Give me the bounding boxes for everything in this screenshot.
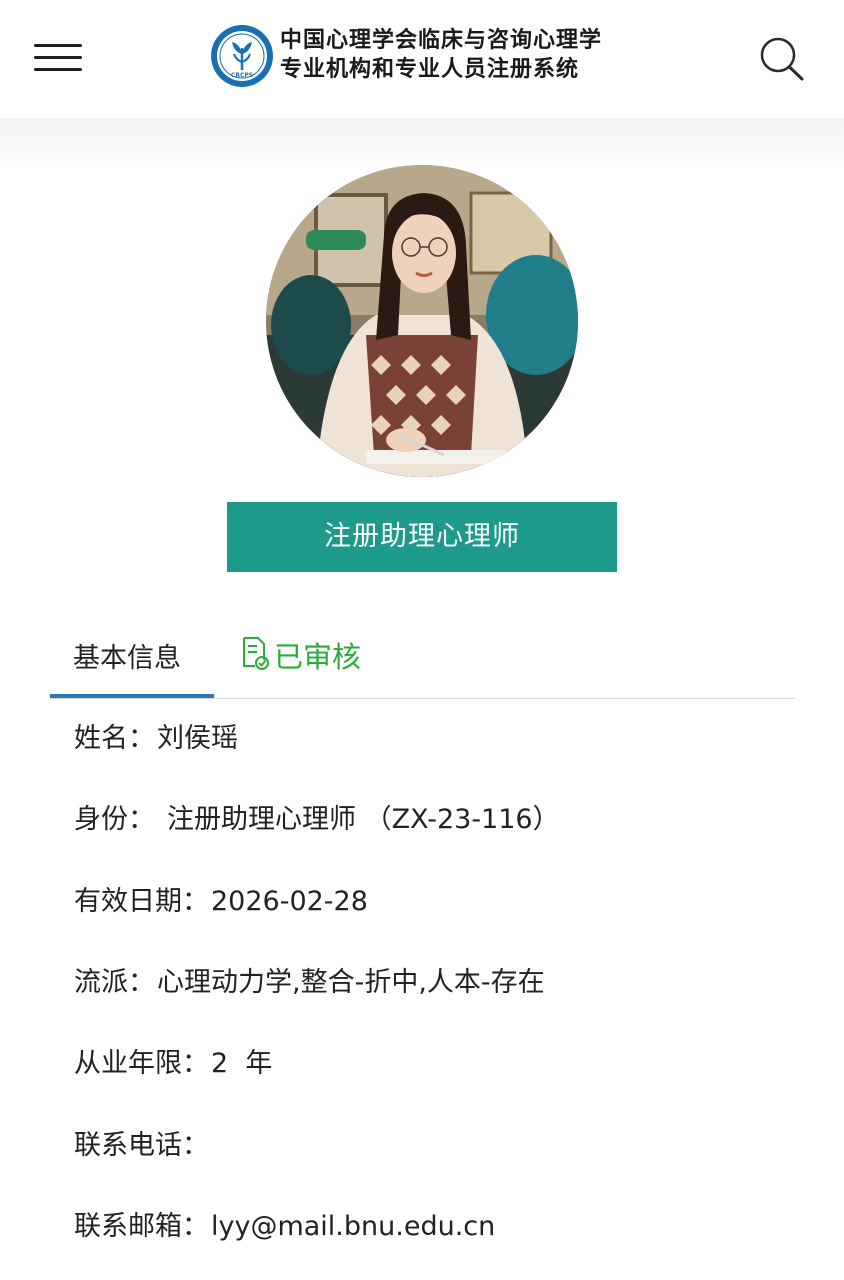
years-label: 从业年限： (74, 1048, 209, 1079)
search-icon (760, 37, 804, 81)
email-value[interactable]: lyy@mail.bnu.edu.cn (211, 1211, 495, 1242)
name-label: 姓名： (74, 723, 155, 754)
active-tab-indicator (50, 694, 214, 698)
verified-document-icon (243, 637, 269, 670)
email-label: 联系邮箱： (74, 1211, 209, 1242)
menu-button[interactable] (30, 36, 86, 76)
info-row-phone: 联系电话： (74, 1126, 211, 1166)
tab-basic-info[interactable]: 基本信息 (50, 620, 214, 698)
crcps-logo: CRCPS (211, 25, 273, 87)
header-shadow (0, 118, 844, 168)
years-value: 2 年 (211, 1048, 273, 1079)
top-header: CRCPS 中国心理学会临床与咨询心理学 专业机构和专业人员注册系统 (0, 0, 844, 118)
valid-date-value: 2026-02-28 (211, 886, 368, 917)
site-title-line2: 专业机构和专业人员注册系统 (280, 56, 580, 82)
school-label: 流派： (74, 967, 155, 998)
info-row-valid-date: 有效日期：2026-02-28 (74, 882, 368, 922)
school-value: 心理动力学,整合-折中,人本-存在 (157, 967, 545, 998)
title-badge: 注册助理心理师 (227, 502, 617, 572)
identity-label: 身份： (74, 804, 155, 835)
site-brand[interactable]: CRCPS 中国心理学会临床与咨询心理学 专业机构和专业人员注册系统 (210, 22, 630, 90)
info-row-name: 姓名：刘侯瑶 (74, 719, 238, 759)
phone-label: 联系电话： (74, 1130, 209, 1161)
logo-text: CRCPS (231, 72, 253, 79)
identity-value: 注册助理心理师 （ZX-23-116） (167, 804, 560, 835)
tab-basic-info-label: 基本信息 (73, 643, 181, 674)
info-tabs: 基本信息 已审核 (50, 620, 795, 699)
verification-status-label: 已审核 (274, 640, 362, 674)
site-title-line1: 中国心理学会临床与咨询心理学 (280, 27, 603, 53)
search-button[interactable] (756, 34, 808, 86)
info-row-email: 联系邮箱：lyy@mail.bnu.edu.cn (74, 1207, 495, 1247)
info-row-school: 流派：心理动力学,整合-折中,人本-存在 (74, 963, 545, 1003)
name-value: 刘侯瑶 (157, 723, 238, 754)
profile-avatar (266, 165, 578, 477)
info-row-identity: 身份： 注册助理心理师 （ZX-23-116） (74, 800, 560, 840)
valid-date-label: 有效日期： (74, 886, 209, 917)
site-title: 中国心理学会临床与咨询心理学 专业机构和专业人员注册系统 (280, 26, 630, 84)
info-row-years: 从业年限：2 年 (74, 1044, 272, 1084)
